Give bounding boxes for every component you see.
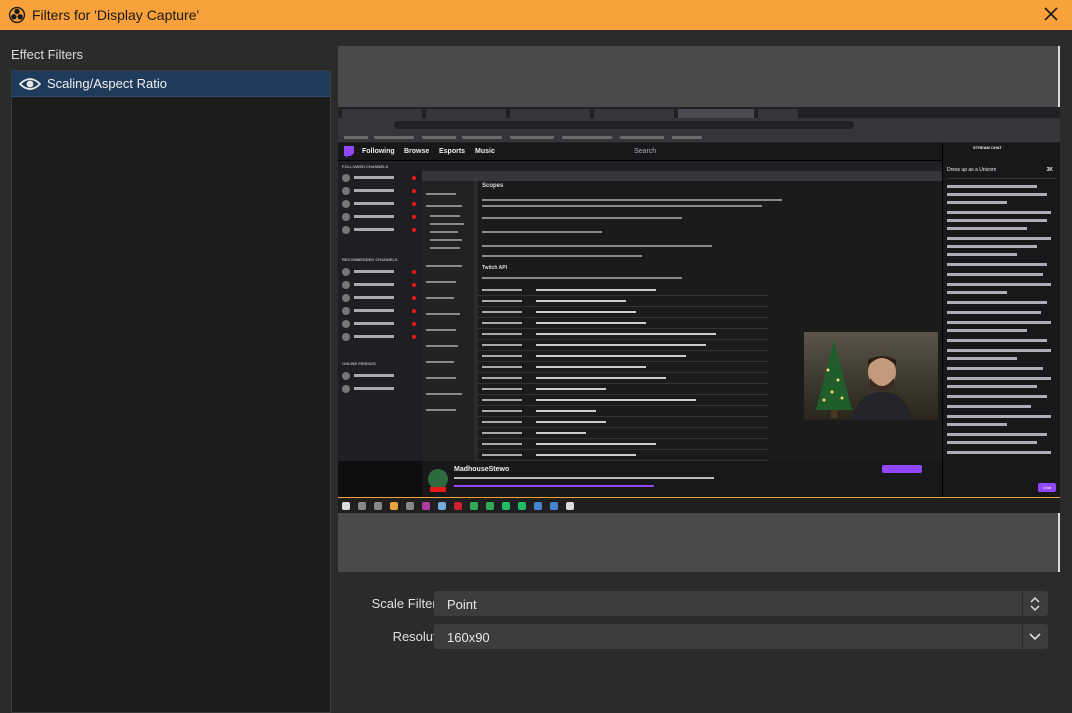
updown-arrows-icon[interactable] <box>1022 592 1047 615</box>
scale-filtering-select[interactable]: Point <box>434 591 1048 616</box>
eye-visibility-icon[interactable] <box>19 76 41 92</box>
chat-send-button: Chat <box>1038 483 1056 492</box>
preview-stream-info: MadhouseStewo <box>422 461 942 497</box>
doc-subheading: Twitch API <box>482 265 507 271</box>
filters-panel: Effect Filters Scaling/Aspect Ratio <box>0 30 338 713</box>
twitch-logo-icon <box>344 146 354 158</box>
online-friends-header: ONLINE FRIENDS <box>342 361 376 366</box>
obs-logo-icon <box>8 6 26 24</box>
doc-sidebar <box>422 181 474 461</box>
capture-preview: Following Browse Esports Music Search FO… <box>338 107 1060 513</box>
preview-twitch-sidebar: FOLLOWED CHANNELS RECOMMENDED CHANNELS O… <box>338 161 422 461</box>
stream-channel-name: MadhouseStewo <box>454 466 510 473</box>
resolution-value: 160x90 <box>447 630 490 645</box>
close-icon[interactable] <box>1042 5 1060 23</box>
filter-item-label: Scaling/Aspect Ratio <box>47 76 167 91</box>
chevron-down-icon[interactable] <box>1022 625 1047 648</box>
effect-filters-header: Effect Filters <box>11 47 84 62</box>
preview-browser-tabs <box>338 107 1060 119</box>
doc-heading: Scopes <box>482 183 504 189</box>
chat-banner: Dress up as a Unicorn <box>947 167 997 173</box>
twitch-search: Search <box>634 148 657 155</box>
resolution-select[interactable]: 160x90 <box>434 624 1048 649</box>
preview-url-bar <box>394 121 854 129</box>
followed-channels-header: FOLLOWED CHANNELS <box>342 164 389 169</box>
twitch-nav-following: Following <box>362 148 395 155</box>
webcam-overlay <box>804 332 938 420</box>
title-bar: Filters for 'Display Capture' <box>0 0 1072 30</box>
christmas-tree-image <box>816 340 852 418</box>
preview-twitch-chat: STREAM CHAT Dress up as a Unicorn 3K Cha… <box>942 143 1060 497</box>
twitch-nav-esports: Esports <box>439 148 466 155</box>
preview-bookmarks-bar <box>338 131 1060 143</box>
filter-item-scaling-aspect-ratio[interactable]: Scaling/Aspect Ratio <box>12 71 330 97</box>
streamer-image <box>852 356 912 420</box>
filter-properties-panel: Following Browse Esports Music Search FO… <box>338 30 1072 713</box>
preview-taskbar <box>338 497 1060 513</box>
filter-list[interactable]: Scaling/Aspect Ratio <box>11 70 331 713</box>
twitch-nav-music: Music <box>475 148 495 155</box>
window-title: Filters for 'Display Capture' <box>32 7 200 23</box>
preview-twitch-nav: Following Browse Esports Music Search <box>338 143 942 161</box>
twitch-nav-browse: Browse <box>404 148 430 155</box>
recommended-channels-header: RECOMMENDED CHANNELS <box>342 257 398 262</box>
scale-filtering-value: Point <box>447 597 477 612</box>
chat-header: STREAM CHAT <box>973 145 1002 150</box>
chat-banner-value: 3K <box>1046 167 1053 173</box>
